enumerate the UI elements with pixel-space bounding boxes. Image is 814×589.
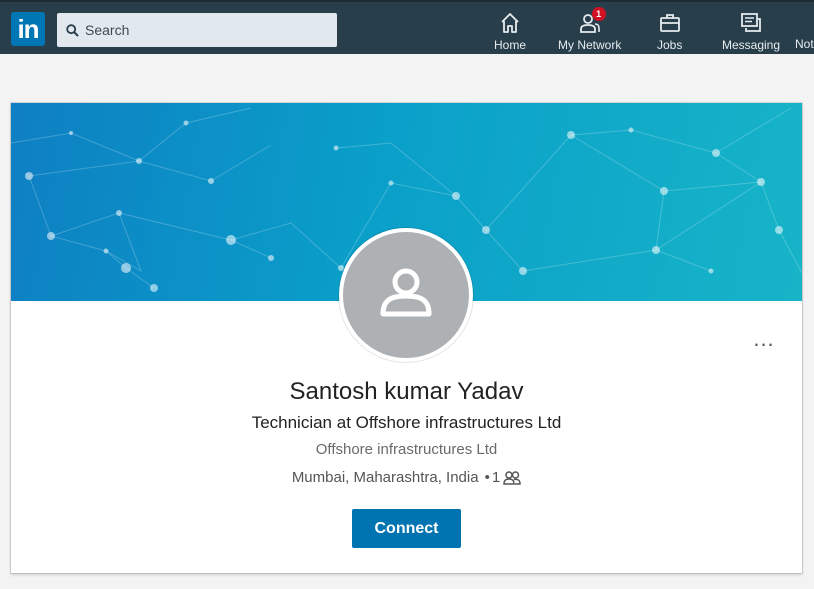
profile-headline: Technician at Offshore infrastructures L… [251, 413, 562, 432]
nav-my-network-label: My Network [558, 38, 622, 52]
profile-location: Mumbai, Maharashtra, India [291, 469, 479, 486]
notification-badge: 1 [591, 7, 606, 21]
search-input[interactable] [85, 22, 325, 38]
people-icon: 1 [578, 7, 606, 35]
location-row: Mumbai, Maharashtra, India • 1 [11, 469, 802, 486]
separator-dot: • [484, 469, 490, 486]
nav-home-label: Home [494, 38, 527, 52]
profile-company[interactable]: Offshore infrastructures Ltd [11, 441, 802, 458]
briefcase-icon [658, 11, 682, 35]
more-options-icon[interactable]: ... [751, 328, 777, 350]
connection-count[interactable]: 1 [492, 469, 500, 486]
connections-icon [503, 470, 521, 485]
messaging-icon [739, 11, 763, 35]
search-box[interactable] [57, 13, 337, 47]
nav-messaging[interactable]: Messaging [722, 11, 781, 52]
top-navigation-bar: in Home 1 My Network [0, 0, 814, 54]
search-icon [66, 23, 79, 37]
bell-icon [795, 11, 814, 34]
nav-messaging-label: Messaging [722, 38, 781, 52]
nav-notifications-label: Not [795, 37, 814, 51]
profile-photo[interactable] [339, 228, 473, 362]
person-placeholder-icon [380, 268, 432, 317]
profile-name: Santosh kumar Yadav [289, 378, 524, 405]
home-icon [498, 11, 522, 35]
linkedin-logo[interactable]: in [11, 12, 45, 46]
nav-my-network[interactable]: 1 My Network [558, 7, 622, 52]
profile-card: ... Santosh kumar Yadav Technician at Of… [11, 103, 802, 573]
nav-jobs-label: Jobs [657, 38, 683, 52]
connect-button[interactable]: Connect [352, 509, 461, 548]
nav-jobs[interactable]: Jobs [657, 11, 683, 52]
nav-notifications[interactable]: Not [795, 11, 814, 51]
nav-home[interactable]: Home [494, 11, 527, 52]
